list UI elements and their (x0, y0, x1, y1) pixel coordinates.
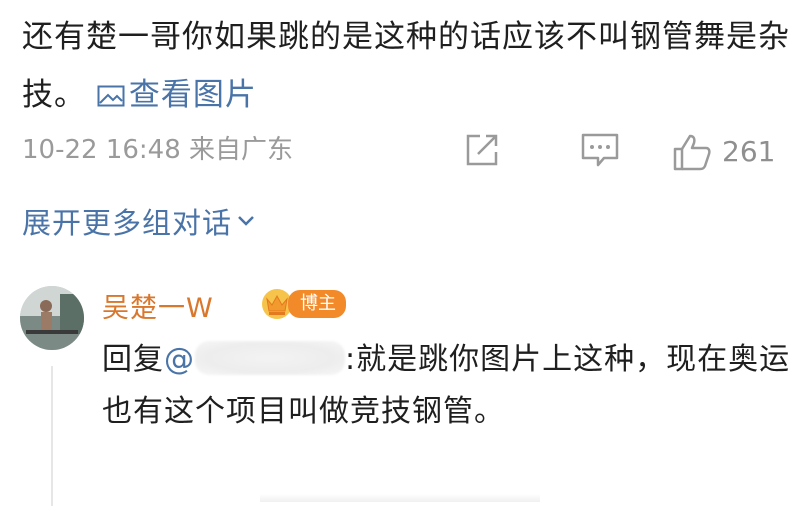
comment-text-block: 还有楚一哥你如果跳的是这种的话应该不叫钢管舞是杂技。 查看图片 (22, 8, 802, 124)
comment-button[interactable] (580, 132, 620, 168)
avatar[interactable] (20, 286, 84, 350)
view-image-link[interactable]: 查看图片 (97, 77, 257, 113)
comment-timestamp: 10-22 16:48 (22, 135, 181, 165)
share-icon (466, 134, 498, 166)
mention-at: @ (164, 342, 195, 377)
chevron-down-icon (238, 216, 254, 226)
avatar-photo (20, 286, 84, 350)
expand-label: 展开更多组对话 (22, 206, 233, 240)
blogger-badge: 博主 (260, 286, 346, 322)
share-button[interactable] (464, 132, 500, 168)
like-button[interactable]: 261 (672, 132, 775, 172)
reply-prefix: 回复 (102, 342, 164, 377)
badge-label: 博主 (288, 290, 346, 318)
redacted-username (195, 341, 345, 375)
image-icon (97, 85, 125, 107)
like-count: 261 (722, 135, 776, 168)
expand-conversation-link[interactable]: 展开更多组对话 (22, 200, 256, 242)
reply-author-name[interactable]: 吴楚一W (102, 286, 214, 325)
reply-text-block: 回复@:就是跳你图片上这种，现在奥运也有这个项目叫做竞技钢管。 (102, 341, 791, 429)
reply-item: 吴楚一W 博主 回复@:就是跳你图片上这种，现在奥运也有这个项目叫做竞技钢管。 (18, 282, 798, 506)
bottom-fade (260, 494, 540, 502)
like-icon (673, 134, 711, 171)
comment-icon (581, 133, 619, 167)
comment-meta: 10-22 16:48 来自广东 261 (22, 130, 782, 172)
comment-location: 来自广东 (189, 135, 294, 165)
thread-line (51, 366, 53, 506)
comment-meta-info: 10-22 16:48 来自广东 (22, 130, 293, 170)
mention-link[interactable]: @ (164, 341, 345, 377)
view-image-label: 查看图片 (128, 77, 257, 113)
